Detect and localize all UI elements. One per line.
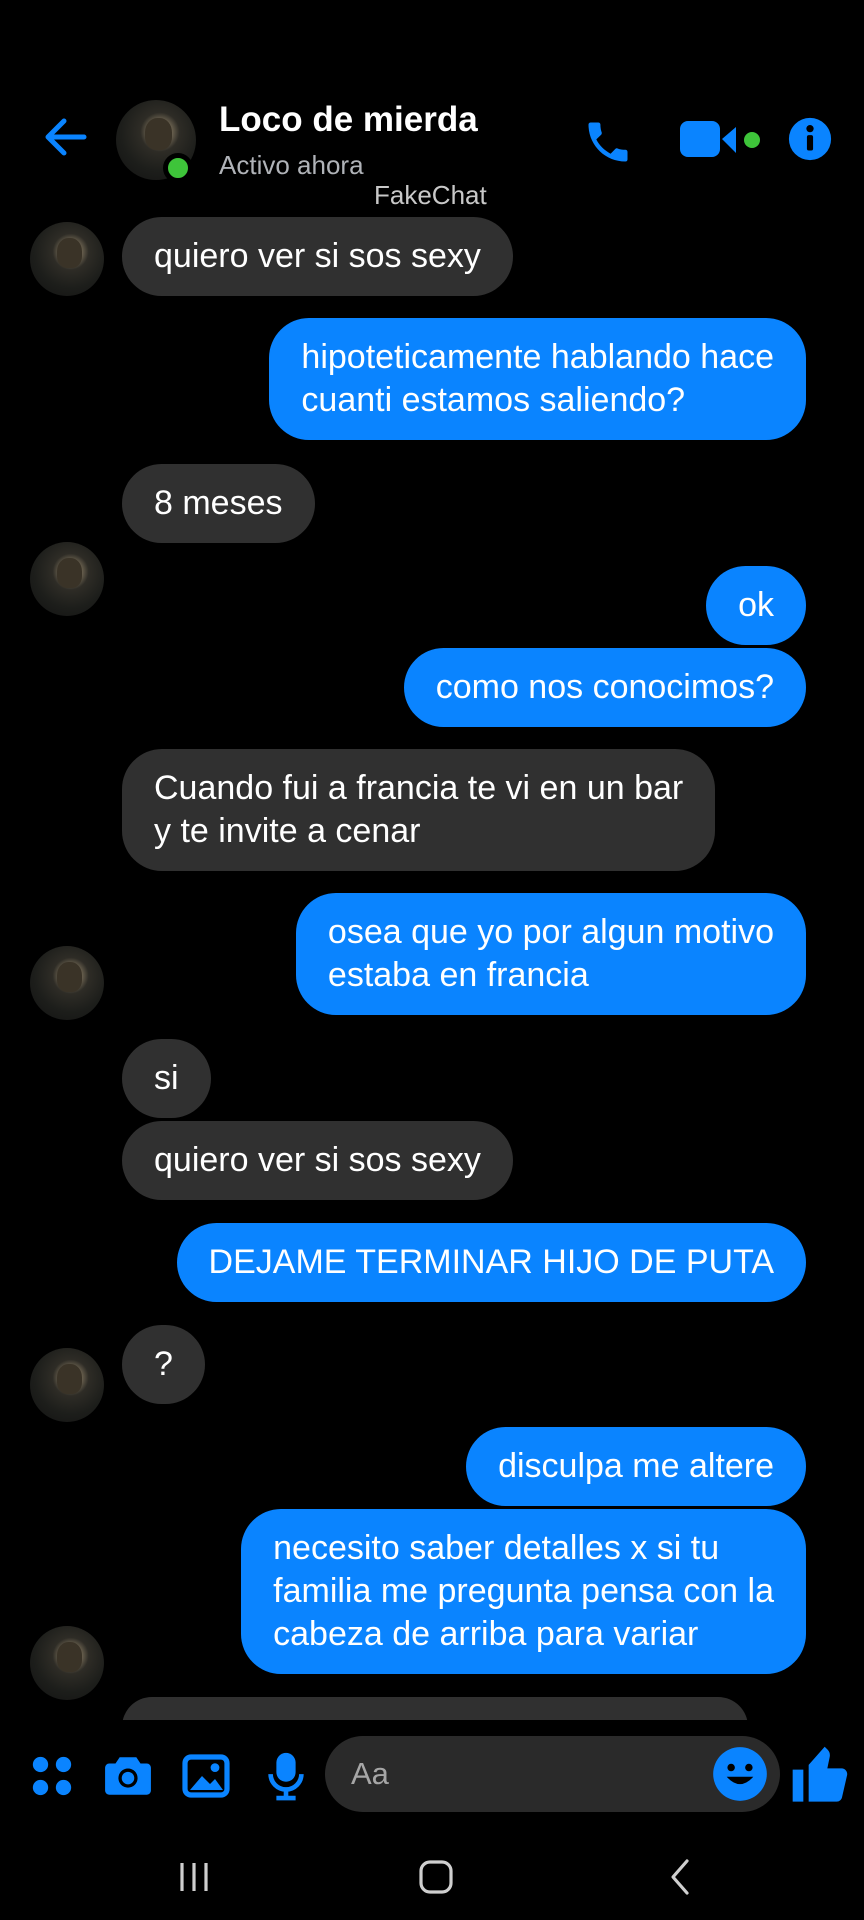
incoming-message[interactable]: quiero ver si sos sexy bbox=[122, 1121, 513, 1200]
outgoing-message[interactable]: DEJAME TERMINAR HIJO DE PUTA bbox=[176, 1223, 806, 1302]
chat-header: Loco de mierda Activo ahora FakeChat bbox=[0, 0, 864, 210]
incoming-message[interactable]: ? bbox=[122, 1325, 205, 1404]
avatar[interactable] bbox=[30, 946, 104, 1020]
incoming-message[interactable]: si bbox=[122, 1039, 211, 1118]
incoming-message[interactable]: Cuando fui a francia te vi en un bar y t… bbox=[122, 749, 716, 871]
home-icon[interactable] bbox=[406, 1852, 466, 1902]
incoming-message-partial[interactable] bbox=[122, 1697, 748, 1720]
outgoing-message[interactable]: ok bbox=[706, 566, 806, 645]
outgoing-message[interactable]: hipoteticamente hablando hace cuanti est… bbox=[269, 318, 806, 440]
message-input[interactable] bbox=[351, 1736, 691, 1812]
incoming-message[interactable]: quiero ver si sos sexy bbox=[122, 217, 513, 296]
emoji-icon[interactable] bbox=[712, 1746, 768, 1802]
avatar[interactable] bbox=[30, 1348, 104, 1422]
avatar[interactable] bbox=[30, 1626, 104, 1700]
camera-icon[interactable] bbox=[100, 1748, 156, 1804]
incoming-message[interactable]: 8 meses bbox=[122, 464, 315, 543]
back-arrow-icon[interactable] bbox=[40, 112, 90, 162]
info-icon[interactable] bbox=[786, 115, 834, 163]
nav-back-icon[interactable] bbox=[650, 1852, 710, 1902]
contact-name[interactable]: Loco de mierda bbox=[219, 100, 478, 140]
gallery-icon[interactable] bbox=[178, 1748, 234, 1804]
microphone-icon[interactable] bbox=[258, 1748, 314, 1804]
avatar[interactable] bbox=[30, 542, 104, 616]
video-camera-icon[interactable] bbox=[676, 115, 766, 165]
phone-icon[interactable] bbox=[578, 112, 638, 172]
outgoing-message[interactable]: osea que yo por algun motivo estaba en f… bbox=[295, 893, 806, 1015]
outgoing-message[interactable]: disculpa me altere bbox=[466, 1427, 806, 1506]
contact-status: Activo ahora bbox=[219, 150, 364, 180]
watermark-text: FakeChat bbox=[374, 180, 487, 210]
outgoing-message[interactable]: como nos conocimos? bbox=[403, 648, 806, 727]
recents-icon[interactable] bbox=[164, 1852, 224, 1902]
outgoing-message[interactable]: necesito saber detalles x si tu familia … bbox=[241, 1509, 806, 1674]
message-input-container[interactable] bbox=[325, 1736, 780, 1812]
apps-icon[interactable] bbox=[24, 1748, 80, 1804]
online-indicator bbox=[163, 153, 193, 183]
thumbs-up-icon[interactable] bbox=[790, 1740, 854, 1810]
composer-bar bbox=[0, 1720, 864, 1830]
system-nav-bar bbox=[0, 1830, 864, 1920]
avatar[interactable] bbox=[30, 222, 104, 296]
message-list[interactable]: quiero ver si sos sexy hipoteticamente h… bbox=[0, 210, 864, 1720]
